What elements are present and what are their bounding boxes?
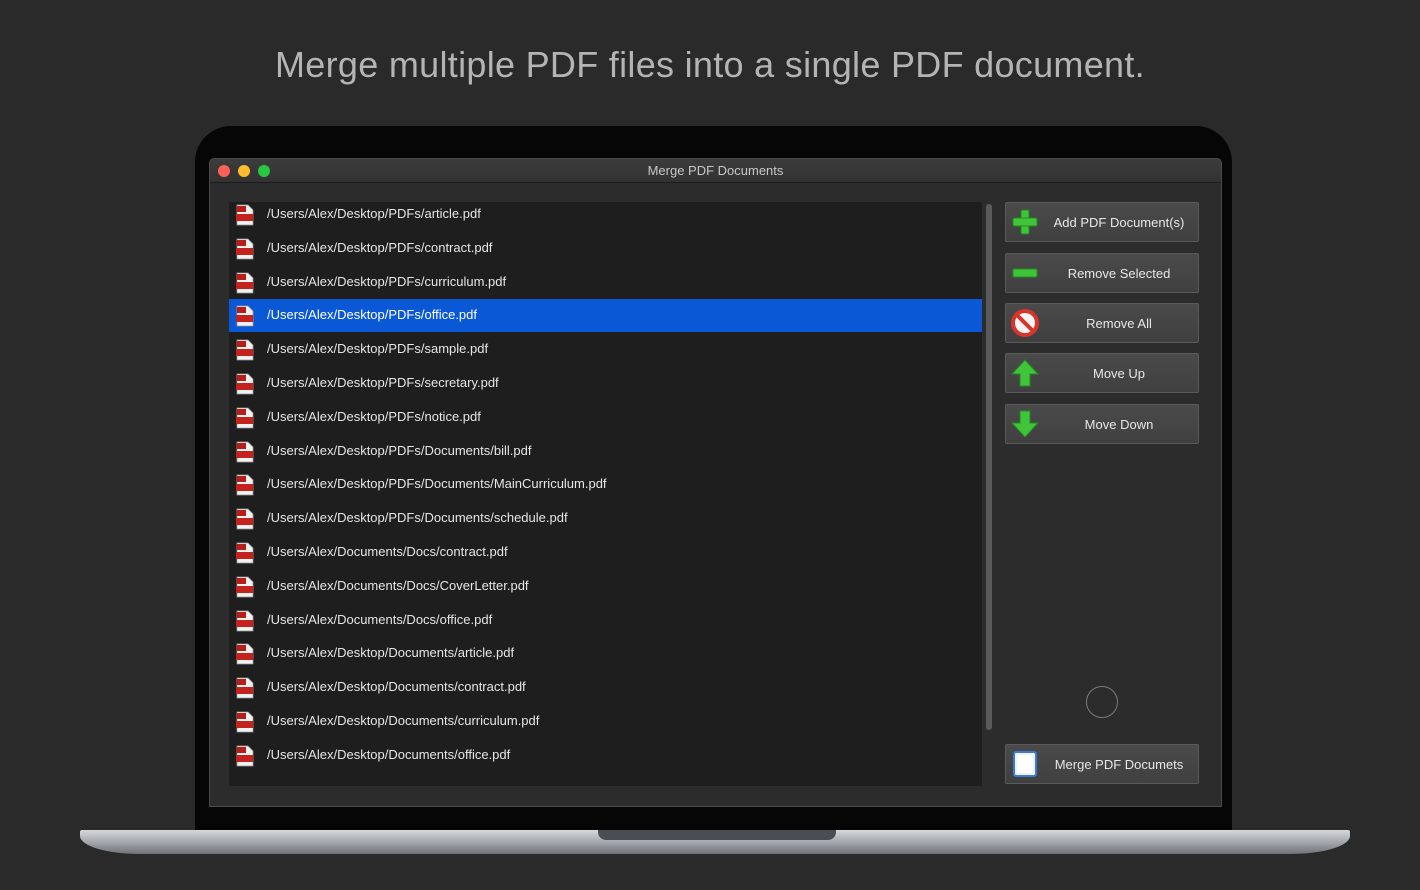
pdf-file-icon: [236, 272, 254, 293]
file-list-row[interactable]: /Users/Alex/Documents/Docs/CoverLetter.p…: [229, 570, 982, 603]
document-icon: [1013, 751, 1037, 777]
minus-icon: [1012, 268, 1038, 278]
list-scrollbar[interactable]: [986, 204, 992, 730]
pdf-file-icon: [236, 373, 254, 395]
pdf-file-icon: [236, 407, 254, 429]
pdf-file-icon: [236, 576, 254, 598]
pdf-file-icon: [236, 508, 254, 530]
merge-pdf-button[interactable]: Merge PDF Documets: [1005, 744, 1199, 784]
file-list-row[interactable]: /Users/Alex/Desktop/PDFs/contract.pdf: [229, 232, 982, 265]
move-up-label: Move Up: [1092, 366, 1146, 381]
pdf-file-icon: [236, 204, 254, 226]
file-list-row[interactable]: /Users/Alex/Desktop/Documents/contract.p…: [229, 671, 982, 704]
file-path-label: /Users/Alex/Documents/Docs/office.pdf: [267, 611, 493, 627]
move-down-button[interactable]: Move Down: [1005, 404, 1199, 444]
pdf-file-icon: [236, 610, 254, 631]
file-path-label: /Users/Alex/Documents/Docs/CoverLetter.p…: [267, 577, 529, 593]
add-pdf-button[interactable]: Add PDF Document(s): [1005, 202, 1199, 242]
window-title: Merge PDF Documents: [647, 163, 784, 178]
file-list-row[interactable]: /Users/Alex/Desktop/PDFs/Documents/sched…: [229, 502, 982, 535]
file-path-label: /Users/Alex/Desktop/PDFs/curriculum.pdf: [267, 273, 507, 289]
app-window: Merge PDF Documents /Users/Alex/Desktop/…: [209, 158, 1222, 807]
pdf-file-icon: [236, 305, 254, 327]
file-list-row[interactable]: /Users/Alex/Desktop/PDFs/article.pdf: [229, 202, 982, 231]
remove-all-button[interactable]: Remove All: [1005, 303, 1199, 343]
file-list-row[interactable]: /Users/Alex/Desktop/PDFs/notice.pdf: [229, 401, 982, 434]
file-path-label: /Users/Alex/Desktop/PDFs/Documents/MainC…: [267, 476, 607, 492]
prohibited-icon: [1011, 309, 1039, 337]
file-path-label: /Users/Alex/Documents/Docs/contract.pdf: [267, 544, 508, 559]
file-list-row[interactable]: /Users/Alex/Desktop/PDFs/curriculum.pdf: [229, 266, 982, 299]
laptop-notch: [598, 830, 836, 840]
file-list-row[interactable]: /Users/Alex/Desktop/PDFs/sample.pdf: [229, 333, 982, 366]
add-pdf-label: Add PDF Document(s): [1053, 215, 1185, 230]
pdf-file-icon: [236, 711, 254, 733]
remove-selected-label: Remove Selected: [1067, 266, 1171, 281]
move-up-button[interactable]: Move Up: [1005, 353, 1199, 393]
move-down-label: Move Down: [1084, 417, 1154, 432]
file-list-row[interactable]: /Users/Alex/Desktop/PDFs/office.pdf: [229, 299, 982, 333]
pdf-file-icon: [236, 238, 254, 260]
file-path-label: /Users/Alex/Desktop/PDFs/Documents/sched…: [267, 510, 568, 526]
file-path-label: /Users/Alex/Desktop/PDFs/office.pdf: [267, 307, 478, 323]
file-list-row[interactable]: /Users/Alex/Desktop/Documents/office.pdf: [229, 739, 982, 772]
pdf-file-icon: [236, 339, 254, 361]
file-list-row[interactable]: /Users/Alex/Desktop/PDFs/secretary.pdf: [229, 367, 982, 400]
file-list-row[interactable]: /Users/Alex/Documents/Docs/office.pdf: [229, 604, 982, 637]
plus-icon: [1012, 209, 1038, 235]
remove-all-label: Remove All: [1086, 316, 1152, 331]
file-path-label: /Users/Alex/Desktop/Documents/curriculum…: [267, 713, 540, 728]
file-path-label: /Users/Alex/Desktop/PDFs/contract.pdf: [267, 239, 493, 255]
file-path-label: /Users/Alex/Desktop/PDFs/Documents/bill.…: [267, 442, 532, 458]
file-list-row[interactable]: /Users/Alex/Desktop/Documents/article.pd…: [229, 637, 982, 670]
remove-selected-button[interactable]: Remove Selected: [1005, 253, 1199, 293]
file-path-label: /Users/Alex/Desktop/Documents/article.pd…: [267, 645, 515, 661]
pdf-file-icon: [236, 542, 254, 564]
pdf-file-icon: [236, 643, 254, 665]
arrow-down-icon: [1010, 410, 1040, 438]
pdf-file-icon: [236, 441, 254, 462]
file-path-label: /Users/Alex/Desktop/PDFs/secretary.pdf: [267, 375, 499, 390]
pdf-file-icon: [236, 745, 254, 767]
merge-pdf-label: Merge PDF Documets: [1054, 757, 1184, 772]
arrow-up-icon: [1010, 359, 1040, 387]
title-bar: Merge PDF Documents: [210, 159, 1221, 183]
file-path-label: /Users/Alex/Desktop/PDFs/article.pdf: [267, 206, 481, 221]
file-path-label: /Users/Alex/Desktop/PDFs/notice.pdf: [267, 408, 481, 424]
progress-spinner: [1086, 686, 1118, 718]
file-path-label: /Users/Alex/Desktop/Documents/contract.p…: [267, 679, 526, 695]
promo-headline: Merge multiple PDF files into a single P…: [275, 44, 1145, 85]
file-list-row[interactable]: /Users/Alex/Documents/Docs/contract.pdf: [229, 536, 982, 569]
pdf-file-icon: [236, 474, 254, 496]
file-path-label: /Users/Alex/Desktop/Documents/office.pdf: [267, 746, 511, 762]
pdf-file-icon: [236, 677, 254, 699]
file-list[interactable]: /Users/Alex/Desktop/PDFs/article.pdf/Use…: [229, 202, 982, 786]
file-list-row[interactable]: /Users/Alex/Desktop/PDFs/Documents/MainC…: [229, 468, 982, 501]
file-list-row[interactable]: /Users/Alex/Desktop/Documents/curriculum…: [229, 705, 982, 738]
file-list-row[interactable]: /Users/Alex/Desktop/PDFs/Documents/bill.…: [229, 435, 982, 468]
file-path-label: /Users/Alex/Desktop/PDFs/sample.pdf: [267, 341, 489, 357]
